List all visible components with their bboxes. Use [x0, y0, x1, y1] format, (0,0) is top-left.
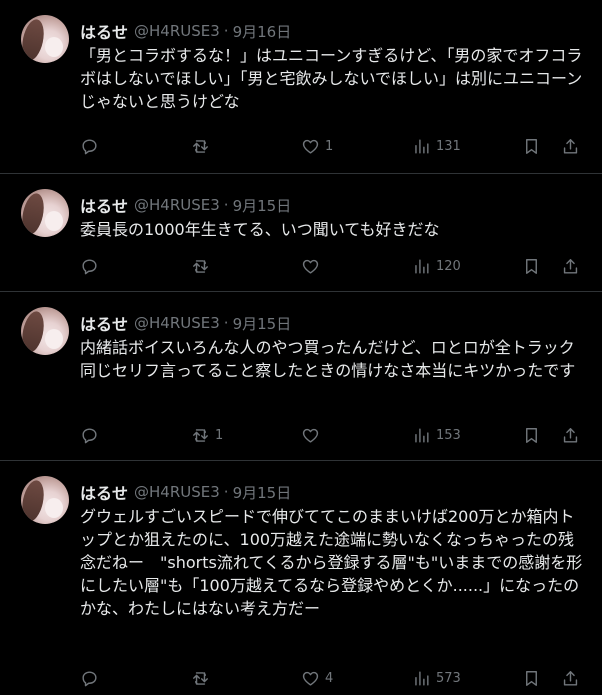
bookmark-icon — [526, 258, 537, 274]
views-icon — [415, 138, 429, 154]
like-count: 1 — [325, 138, 334, 154]
retweet-icon — [193, 259, 208, 273]
action-bar: 120 — [0, 255, 602, 277]
bookmark-button[interactable] — [522, 135, 541, 157]
like-button[interactable] — [301, 424, 325, 446]
retweet-button[interactable] — [191, 667, 215, 689]
avatar[interactable] — [21, 15, 69, 63]
timestamp[interactable]: 9月15日 — [233, 195, 292, 216]
avatar[interactable] — [21, 189, 69, 237]
share-button[interactable] — [561, 424, 580, 446]
bookmark-icon — [526, 670, 537, 686]
heart-icon — [302, 139, 319, 154]
timestamp[interactable]: 9月16日 — [233, 21, 292, 42]
views-count: 120 — [436, 258, 461, 274]
display-name[interactable]: はるせ — [80, 480, 128, 504]
timestamp[interactable]: 9月15日 — [233, 482, 292, 503]
bookmark-button[interactable] — [522, 424, 541, 446]
handle[interactable]: @H4RUSE3 — [134, 196, 220, 214]
share-icon — [563, 670, 578, 686]
bookmark-button[interactable] — [522, 667, 541, 689]
share-icon — [563, 258, 578, 274]
action-bar: 1 153 — [0, 424, 602, 446]
retweet-button[interactable]: 1 — [191, 424, 223, 446]
views-button[interactable]: 120 — [412, 255, 461, 277]
tweet[interactable]: はるせ @H4RUSE3 · 9月15日 内緒話ボイスいろんな人のやつ買ったんだ… — [0, 292, 602, 461]
heart-icon — [302, 428, 319, 443]
separator: · — [223, 483, 229, 501]
reply-button[interactable] — [80, 255, 104, 277]
tweet[interactable]: はるせ @H4RUSE3 · 9月16日 「男とコラボするな！」はユニコーンすぎ… — [0, 0, 602, 174]
views-icon — [415, 258, 429, 274]
tweet-header: はるせ @H4RUSE3 · 9月15日 — [80, 194, 291, 216]
timestamp[interactable]: 9月15日 — [233, 313, 292, 334]
retweet-icon — [193, 139, 208, 153]
tweet-text: 内緒話ボイスいろんな人のやつ買ったんだけど、ロとロが全トラック同じセリフ言ってる… — [80, 338, 576, 380]
reply-button[interactable] — [80, 424, 104, 446]
tweet-text: 「男とコラボするな！」はユニコーンすぎるけど、「男の家でオフコラボはしないでほし… — [80, 46, 583, 111]
views-icon — [415, 670, 429, 686]
heart-icon — [302, 671, 319, 686]
retweet-count: 1 — [215, 427, 224, 443]
action-bar: 1 131 — [0, 135, 602, 157]
tweet[interactable]: はるせ @H4RUSE3 · 9月15日 グウェルすごいスピードで伸びててこのま… — [0, 461, 602, 695]
views-count: 153 — [436, 427, 461, 443]
tweet[interactable]: はるせ @H4RUSE3 · 9月15日 委員長の1000年生きてる、いつ聞いて… — [0, 174, 602, 292]
tweet-header: はるせ @H4RUSE3 · 9月15日 — [80, 312, 291, 334]
handle[interactable]: @H4RUSE3 — [134, 483, 220, 501]
views-button[interactable]: 573 — [412, 667, 461, 689]
separator: · — [223, 22, 229, 40]
handle[interactable]: @H4RUSE3 — [134, 22, 220, 40]
tweet-text: 委員長の1000年生きてる、いつ聞いても好きだな — [80, 220, 440, 239]
heart-icon — [302, 259, 319, 274]
display-name[interactable]: はるせ — [80, 19, 128, 43]
separator: · — [223, 196, 229, 214]
like-button[interactable]: 4 — [301, 667, 333, 689]
views-button[interactable]: 131 — [412, 135, 461, 157]
avatar[interactable] — [21, 307, 69, 355]
handle[interactable]: @H4RUSE3 — [134, 314, 220, 332]
display-name[interactable]: はるせ — [80, 193, 128, 217]
reply-icon — [82, 138, 97, 154]
share-button[interactable] — [561, 255, 580, 277]
display-name[interactable]: はるせ — [80, 311, 128, 335]
retweet-icon — [193, 428, 208, 442]
tweet-header: はるせ @H4RUSE3 · 9月16日 — [80, 20, 291, 42]
reply-button[interactable] — [80, 667, 104, 689]
reply-button[interactable] — [80, 135, 104, 157]
timeline: はるせ @H4RUSE3 · 9月16日 「男とコラボするな！」はユニコーンすぎ… — [0, 0, 602, 695]
share-button[interactable] — [561, 135, 580, 157]
views-icon — [415, 427, 429, 443]
tweet-text: グウェルすごいスピードで伸びててこのままいけば200万とか箱内トップとか狙えたの… — [80, 507, 583, 618]
like-count: 4 — [325, 670, 334, 686]
reply-icon — [82, 258, 97, 274]
views-count: 131 — [436, 138, 461, 154]
bookmark-icon — [526, 427, 537, 443]
like-button[interactable]: 1 — [301, 135, 333, 157]
avatar[interactable] — [21, 476, 69, 524]
share-icon — [563, 427, 578, 443]
bookmark-button[interactable] — [522, 255, 541, 277]
reply-icon — [82, 427, 97, 443]
share-button[interactable] — [561, 667, 580, 689]
reply-icon — [82, 670, 97, 686]
views-button[interactable]: 153 — [412, 424, 461, 446]
separator: · — [223, 314, 229, 332]
retweet-button[interactable] — [191, 255, 215, 277]
retweet-icon — [193, 671, 208, 685]
tweet-header: はるせ @H4RUSE3 · 9月15日 — [80, 481, 291, 503]
views-count: 573 — [436, 670, 461, 686]
action-bar: 4 573 — [0, 667, 602, 689]
retweet-button[interactable] — [191, 135, 215, 157]
bookmark-icon — [526, 138, 537, 154]
share-icon — [563, 138, 578, 154]
like-button[interactable] — [301, 255, 325, 277]
